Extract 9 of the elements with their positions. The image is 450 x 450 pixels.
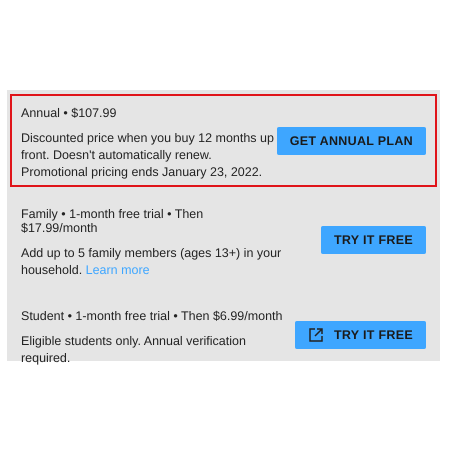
plan-description: Eligible students only. Annual verification required.: [21, 333, 247, 367]
plan-heading: Annual • $107.99: [21, 106, 118, 120]
plan-description: Add up to 5 family members (ages 13+) in your household. Learn more: [21, 245, 282, 279]
plan-button[interactable]: GET ANNUAL PLAN: [276, 126, 426, 154]
plan-description: Discounted price when you buy 12 months up front. Doesn't automatically renew. Promotional pricing ends January 23, 2022.: [21, 130, 275, 181]
plan-heading: Family • 1-month free trial • Then $17.99/month: [21, 207, 204, 235]
plan-button[interactable]: TRY IT FREE: [320, 226, 426, 254]
plan-heading: Student • 1-month free trial • Then $6.99/month: [21, 309, 283, 323]
plan-button[interactable]: TRY IT FREE: [294, 321, 426, 349]
